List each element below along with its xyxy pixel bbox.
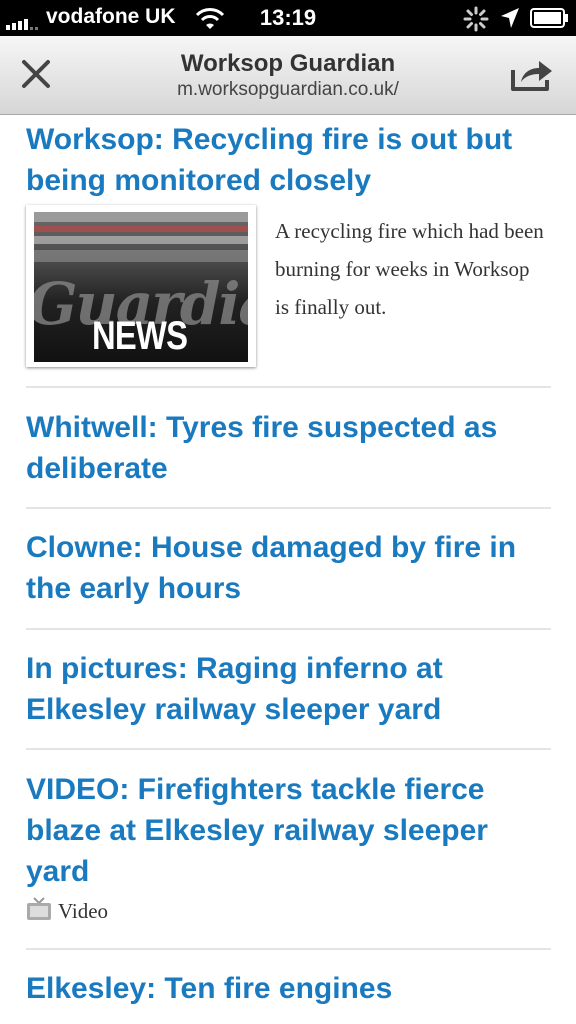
story-headline[interactable]: In pictures: Raging inferno at Elkesley … <box>26 648 551 730</box>
divider <box>26 748 551 750</box>
story-headline[interactable]: Whitwell: Tyres fire suspected as delibe… <box>26 407 551 489</box>
news-list: Worksop: Recycling fire is out but being… <box>0 115 576 1024</box>
story-item[interactable]: Whitwell: Tyres fire suspected as delibe… <box>26 407 551 489</box>
story-headline[interactable]: Worksop: Recycling fire is out but being… <box>26 119 551 201</box>
browser-nav-bar: Worksop Guardian m.worksopguardian.co.uk… <box>0 36 576 115</box>
divider <box>26 386 551 388</box>
story-thumbnail[interactable]: Guardian NEWS <box>26 205 256 367</box>
page-title: Worksop Guardian <box>180 50 396 77</box>
story-item[interactable]: In pictures: Raging inferno at Elkesley … <box>26 648 551 730</box>
divider <box>26 948 551 950</box>
story-summary: A recycling fire which had been burning … <box>275 219 544 319</box>
thumbnail-label: NEWS <box>92 314 188 358</box>
story-item[interactable]: Worksop: Recycling fire is out but being… <box>26 119 551 201</box>
clock: 13:19 <box>259 5 317 30</box>
story-headline[interactable]: Elkesley: Ten fire engines <box>26 968 551 1009</box>
battery-icon <box>530 8 568 28</box>
video-tag-label: Video <box>58 899 109 923</box>
divider <box>26 507 551 509</box>
story-item[interactable]: Elkesley: Ten fire engines <box>26 968 551 1009</box>
activity-spinner-icon <box>463 6 489 32</box>
share-icon[interactable] <box>509 56 555 92</box>
story-item[interactable]: Clowne: House damaged by fire in the ear… <box>26 527 551 609</box>
page-url: m.worksopguardian.co.uk/ <box>177 79 399 100</box>
story-headline[interactable]: VIDEO: Firefighters tackle fierce blaze … <box>26 769 551 892</box>
status-bar: vodafone UK 13:19 <box>0 0 576 36</box>
tv-icon <box>27 897 51 920</box>
divider <box>26 628 551 630</box>
location-arrow-icon <box>501 8 519 28</box>
story-item[interactable]: VIDEO: Firefighters tackle fierce blaze … <box>26 769 551 892</box>
story-headline[interactable]: Clowne: House damaged by fire in the ear… <box>26 527 551 609</box>
